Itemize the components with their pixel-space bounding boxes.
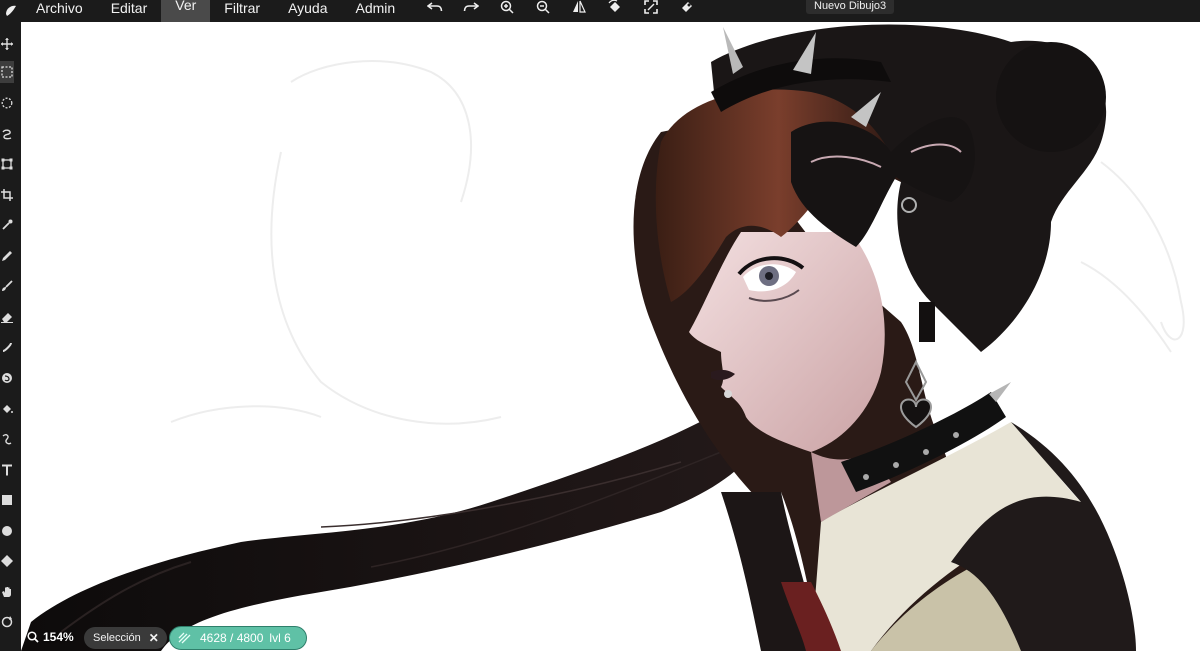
- menu-bar: Archivo Editar Ver Filtrar Ayuda Admin N…: [0, 0, 1200, 22]
- transform-icon[interactable]: [0, 153, 14, 175]
- ellipse-icon[interactable]: [0, 520, 14, 542]
- redo-icon[interactable]: [453, 0, 489, 18]
- undo-icon[interactable]: [417, 0, 453, 18]
- eyedropper-icon[interactable]: [0, 214, 14, 236]
- zoom-in-icon[interactable]: [489, 0, 525, 18]
- eraser-icon[interactable]: [0, 306, 14, 328]
- rotate-view-icon[interactable]: [0, 611, 14, 633]
- selection-label: Selección: [93, 632, 141, 644]
- layer-count-chip[interactable]: 4628 / 4800 lvl 6: [169, 626, 307, 650]
- pencil-icon[interactable]: [0, 245, 14, 267]
- flip-icon[interactable]: [561, 0, 597, 18]
- lasso-select-icon[interactable]: [0, 92, 14, 114]
- menu-admin[interactable]: Admin: [342, 0, 410, 19]
- text-icon[interactable]: [0, 459, 14, 481]
- menu-ver[interactable]: Ver: [161, 0, 211, 22]
- ponytail-shape: [21, 402, 761, 651]
- menu-filtrar[interactable]: Filtrar: [210, 0, 274, 19]
- menu-ayuda[interactable]: Ayuda: [274, 0, 341, 19]
- zoom-readout[interactable]: 154%: [27, 628, 74, 646]
- close-icon[interactable]: ✕: [149, 631, 159, 645]
- rectangle-icon[interactable]: [0, 489, 14, 511]
- app-logo-icon[interactable]: [0, 0, 22, 22]
- fill-icon[interactable]: [0, 398, 14, 420]
- drawing-canvas[interactable]: [21, 22, 1200, 651]
- move-icon[interactable]: [0, 33, 14, 55]
- zoom-search-icon: [27, 631, 39, 643]
- selection-chip[interactable]: Selección ✕: [84, 627, 167, 649]
- quick-toolbar: [417, 0, 705, 18]
- menu-editar[interactable]: Editar: [97, 0, 162, 19]
- document-title: Nuevo Dibujo3: [806, 0, 895, 14]
- smudge-icon[interactable]: [0, 336, 14, 358]
- menu-archivo[interactable]: Archivo: [22, 0, 97, 19]
- fullscreen-icon[interactable]: [633, 0, 669, 18]
- gradient-icon[interactable]: [0, 428, 14, 450]
- layers-icon: [178, 632, 191, 644]
- left-toolbar: [0, 22, 22, 651]
- settings-icon[interactable]: [669, 0, 705, 18]
- layer-count: 4628 / 4800: [200, 631, 264, 645]
- marquee-select-icon[interactable]: [0, 61, 14, 83]
- rotate-icon[interactable]: [597, 0, 633, 18]
- hair-bun-shape: [996, 42, 1106, 152]
- zoom-level: 154%: [43, 630, 74, 644]
- blend-icon[interactable]: [0, 367, 14, 389]
- hand-icon[interactable]: [0, 581, 14, 603]
- shape-icon[interactable]: [0, 550, 14, 572]
- freeform-select-icon[interactable]: [0, 123, 14, 145]
- layer-level: lvl 6: [269, 631, 291, 645]
- crop-icon[interactable]: [0, 184, 14, 206]
- zoom-out-icon[interactable]: [525, 0, 561, 18]
- artwork: [21, 24, 1185, 651]
- brush-icon[interactable]: [0, 275, 14, 297]
